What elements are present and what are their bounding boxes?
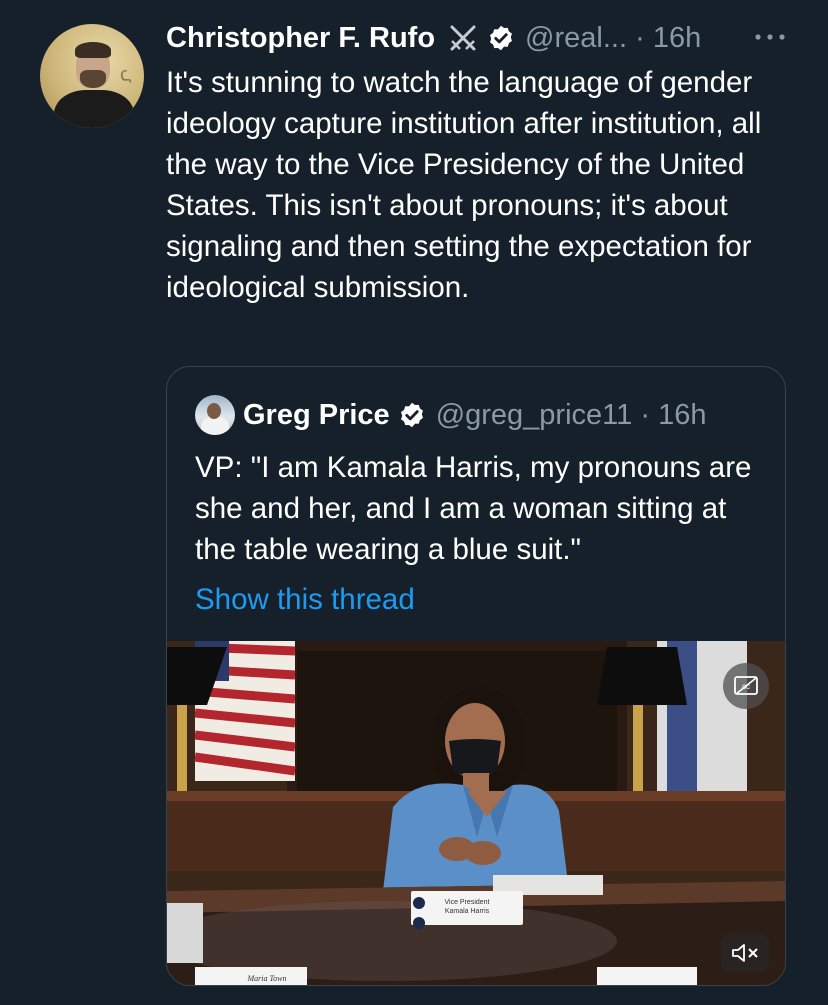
- show-thread-link[interactable]: Show this thread: [195, 579, 415, 620]
- quoted-author-handle[interactable]: @greg_price11 · 16h: [436, 399, 707, 432]
- tweet-timestamp[interactable]: 16h: [653, 22, 701, 54]
- mute-icon[interactable]: [721, 933, 769, 973]
- captions-icon[interactable]: cc: [723, 663, 769, 709]
- video-frame: Vice President Kamala Harris Maria Town: [167, 641, 785, 985]
- time-separator: ·: [635, 21, 645, 54]
- quoted-author-handle-text: @greg_price11: [435, 398, 633, 431]
- author-handle[interactable]: @real... · 16h: [525, 22, 701, 55]
- quoted-tweet-timestamp[interactable]: 16h: [658, 399, 706, 431]
- tweet-text: It's stunning to watch the language of g…: [166, 66, 762, 304]
- avatar-figure-body: [54, 90, 134, 128]
- quoted-author-avatar[interactable]: [195, 395, 235, 435]
- quoted-tweet-text: VP: "I am Kamala Harris, my pronouns are…: [195, 451, 752, 566]
- quoted-tweet-header: Greg Price @greg_price11 · 16h: [195, 395, 706, 435]
- more-dots-icon[interactable]: [750, 22, 790, 52]
- avatar-figure-hair: [75, 42, 111, 58]
- author-name[interactable]: Christopher F. Rufo: [166, 22, 435, 55]
- time-separator: ·: [640, 398, 650, 431]
- verified-badge-icon: [400, 402, 423, 428]
- nameplate-bottom: Maria Town: [246, 974, 286, 983]
- video-player[interactable]: Vice President Kamala Harris Maria Town …: [167, 641, 785, 985]
- nameplate-line1: Vice President: [444, 899, 489, 906]
- author-avatar[interactable]: ς: [40, 24, 144, 128]
- tweet-header: Christopher F. Rufo @real... · 16h: [166, 16, 701, 60]
- avatar-figure-beard: [80, 70, 106, 88]
- quoted-avatar-shirt: [201, 417, 229, 435]
- tweet[interactable]: ς Christopher F. Rufo @real... · 16h It'…: [0, 0, 828, 1005]
- nameplate-line2: Kamala Harris: [445, 908, 490, 915]
- quoted-author-name[interactable]: Greg Price: [243, 399, 390, 432]
- crossed-swords-icon: [450, 25, 476, 51]
- avatar-scribble-icon: ς: [116, 63, 133, 88]
- quoted-avatar-head: [207, 403, 221, 419]
- verified-badge-icon: [490, 25, 513, 51]
- author-handle-text: @real...: [525, 21, 628, 54]
- quoted-tweet[interactable]: Greg Price @greg_price11 · 16h VP: "I am…: [166, 366, 786, 986]
